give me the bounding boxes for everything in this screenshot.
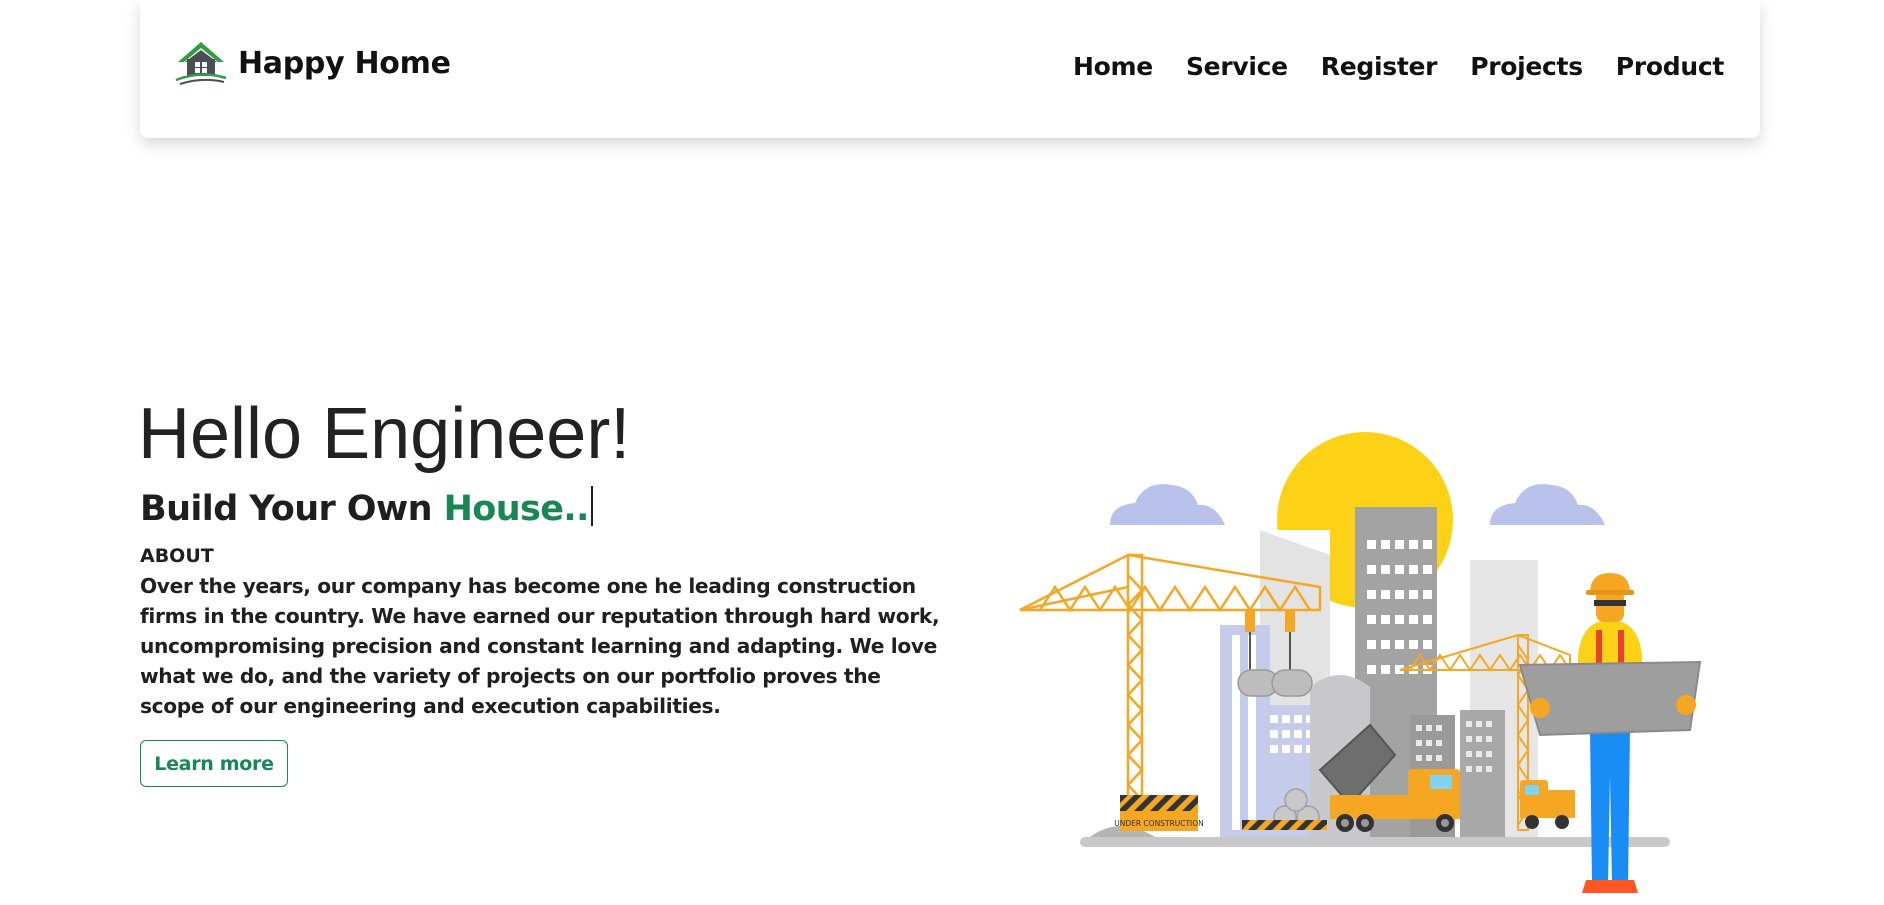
hero-subtitle-accent: House.. xyxy=(443,489,590,529)
construction-illustration: UNDER CONSTRUCTION xyxy=(1019,432,1702,893)
about-text: Over the years, our company has become o… xyxy=(140,574,940,718)
nav-register[interactable]: Register xyxy=(1321,52,1438,81)
main-nav: Home Service Register Projects Product xyxy=(1073,52,1724,81)
house-logo-icon xyxy=(175,42,227,85)
typing-caret xyxy=(590,486,593,526)
cloud-left-icon xyxy=(1110,484,1225,525)
nav-projects[interactable]: Projects xyxy=(1470,52,1583,81)
hero-title: Hello Engineer! xyxy=(138,394,631,474)
nav-service[interactable]: Service xyxy=(1186,52,1288,81)
sign-label: UNDER CONSTRUCTION xyxy=(1114,819,1204,828)
about-label: ABOUT xyxy=(140,545,214,567)
nav-home[interactable]: Home xyxy=(1073,52,1153,81)
navbar: Happy Home Home Service Register Project… xyxy=(140,0,1760,138)
brand-name: Happy Home xyxy=(238,45,451,81)
brand[interactable]: Happy Home xyxy=(174,40,451,86)
cloud-right-icon xyxy=(1490,484,1605,525)
learn-more-button[interactable]: Learn more xyxy=(140,740,288,787)
hero-subtitle-prefix: Build Your Own xyxy=(140,489,444,529)
nav-product[interactable]: Product xyxy=(1616,52,1725,81)
hero-subtitle: Build Your Own House.. xyxy=(140,486,593,529)
